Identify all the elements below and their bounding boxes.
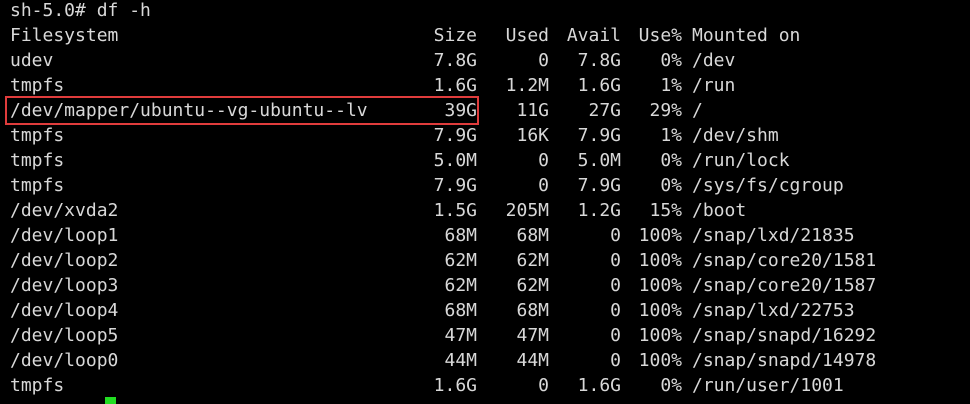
cell-filesystem: /dev/mapper/ubuntu--vg-ubuntu--lv (10, 100, 368, 121)
cell-size: 1.6G (433, 375, 477, 396)
cell-filesystem: tmpfs (10, 175, 65, 196)
cell-avail: 0 (610, 250, 621, 271)
cell-use-percent: 29% (649, 100, 682, 121)
cell-used: 16K (516, 125, 549, 146)
cell-mounted-on: /dev/shm (692, 125, 779, 146)
cell-filesystem: /dev/loop1 (10, 225, 119, 246)
cell-mounted-on: /snap/lxd/22753 (692, 300, 855, 321)
cell-avail: 7.9G (577, 175, 621, 196)
cell-avail: 1.6G (577, 375, 621, 396)
cell-used: 68M (516, 300, 549, 321)
header-size: Size (433, 25, 477, 46)
cell-use-percent: 100% (638, 350, 682, 371)
cell-mounted-on: /run (692, 75, 736, 96)
cell-size: 5.0M (433, 150, 477, 171)
cell-mounted-on: /snap/core20/1587 (692, 275, 877, 296)
header-use-percent: Use% (638, 25, 682, 46)
cell-filesystem: /dev/loop2 (10, 250, 119, 271)
table-header: Filesystem Size Used Avail Use% Mounted … (10, 23, 800, 48)
cell-use-percent: 0% (660, 150, 682, 171)
cell-avail: 27G (588, 100, 621, 121)
cell-used: 0 (538, 150, 549, 171)
cell-use-percent: 1% (660, 75, 682, 96)
cell-use-percent: 100% (638, 275, 682, 296)
cell-used: 0 (538, 175, 549, 196)
cell-size: 39G (444, 100, 477, 121)
cell-size: 1.5G (433, 200, 477, 221)
cell-avail: 5.0M (577, 150, 621, 171)
cell-use-percent: 100% (638, 300, 682, 321)
cell-used: 68M (516, 225, 549, 246)
cell-avail: 0 (610, 325, 621, 346)
cell-used: 205M (505, 200, 549, 221)
cell-use-percent: 0% (660, 175, 682, 196)
cell-size: 7.9G (433, 125, 477, 146)
cell-use-percent: 100% (638, 225, 682, 246)
cell-avail: 7.8G (577, 50, 621, 71)
cell-size: 62M (444, 275, 477, 296)
cell-size: 62M (444, 250, 477, 271)
cell-filesystem: tmpfs (10, 75, 65, 96)
cell-size: 7.8G (433, 50, 477, 71)
cell-use-percent: 100% (638, 325, 682, 346)
cell-avail: 0 (610, 275, 621, 296)
cell-size: 47M (444, 325, 477, 346)
cell-use-percent: 1% (660, 125, 682, 146)
cell-used: 62M (516, 275, 549, 296)
cell-filesystem: udev (10, 50, 54, 71)
cell-used: 44M (516, 350, 549, 371)
cell-mounted-on: /sys/fs/cgroup (692, 175, 844, 196)
cell-use-percent: 0% (660, 375, 682, 396)
cell-avail: 1.6G (577, 75, 621, 96)
cell-mounted-on: /run/lock (692, 150, 790, 171)
cell-use-percent: 100% (638, 250, 682, 271)
command-prompt: sh-5.0# df -h (10, 0, 151, 21)
cell-avail: 0 (610, 350, 621, 371)
header-filesystem: Filesystem (10, 25, 119, 46)
cell-mounted-on: /snap/core20/1581 (692, 250, 877, 271)
cell-avail: 0 (610, 225, 621, 246)
cell-used: 0 (538, 50, 549, 71)
cell-used: 0 (538, 375, 549, 396)
header-mounted-on: Mounted on (692, 25, 801, 46)
cell-filesystem: tmpfs (10, 125, 65, 146)
cell-avail: 7.9G (577, 125, 621, 146)
cell-size: 68M (444, 225, 477, 246)
cell-mounted-on: /dev (692, 50, 736, 71)
cell-use-percent: 0% (660, 50, 682, 71)
cell-mounted-on: / (692, 100, 703, 121)
terminal-cursor (105, 397, 116, 404)
cell-filesystem: /dev/loop4 (10, 300, 119, 321)
cell-mounted-on: /snap/lxd/21835 (692, 225, 855, 246)
cell-use-percent: 15% (649, 200, 682, 221)
cell-mounted-on: /boot (692, 200, 747, 221)
cell-filesystem: /dev/xvda2 (10, 200, 119, 221)
cell-used: 62M (516, 250, 549, 271)
cell-size: 1.6G (433, 75, 477, 96)
cell-filesystem: /dev/loop0 (10, 350, 119, 371)
cell-size: 7.9G (433, 175, 477, 196)
cell-used: 1.2M (505, 75, 549, 96)
cell-avail: 0 (610, 300, 621, 321)
cell-used: 47M (516, 325, 549, 346)
cell-size: 44M (444, 350, 477, 371)
cell-mounted-on: /snap/snapd/14978 (692, 350, 877, 371)
cell-filesystem: tmpfs (10, 375, 65, 396)
cell-filesystem: /dev/loop5 (10, 325, 119, 346)
cell-used: 11G (516, 100, 549, 121)
cell-size: 68M (444, 300, 477, 321)
terminal-window[interactable]: sh-5.0# df -h Filesystem Size Used Avail… (0, 0, 970, 404)
cell-filesystem: tmpfs (10, 150, 65, 171)
header-avail: Avail (566, 25, 621, 46)
cell-mounted-on: /run/user/1001 (692, 375, 844, 396)
header-used: Used (505, 25, 549, 46)
cell-mounted-on: /snap/snapd/16292 (692, 325, 877, 346)
cell-filesystem: /dev/loop3 (10, 275, 119, 296)
cell-avail: 1.2G (577, 200, 621, 221)
